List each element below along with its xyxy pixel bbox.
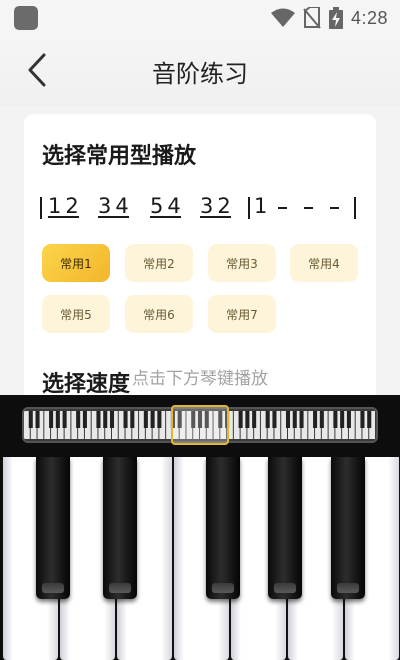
chip-pattern-5[interactable]: 常用5 — [42, 295, 110, 333]
mini-black-key — [299, 411, 304, 428]
notation-dash — [330, 207, 339, 209]
notation-barline — [40, 197, 42, 219]
practice-card: 选择常用型播放 12 34 54 32 1 常用1 常用2 常用3 常用4 常用… — [24, 114, 376, 414]
mini-black-key — [62, 411, 67, 428]
pattern-section-title: 选择常用型播放 — [42, 144, 197, 169]
piano-keyboard — [0, 457, 400, 660]
mini-black-key — [360, 411, 365, 428]
chip-pattern-4[interactable]: 常用4 — [290, 244, 358, 282]
mini-black-key — [238, 411, 243, 428]
notation-group: 34 — [98, 194, 133, 218]
mini-black-key — [82, 411, 87, 428]
app-notification-icon — [14, 6, 38, 30]
mini-black-key — [130, 411, 135, 428]
mini-black-key — [333, 411, 338, 428]
mini-black-key — [252, 411, 257, 428]
notation-held-note: 1 — [254, 194, 272, 218]
mini-black-key — [245, 411, 250, 428]
status-time: 4:28 — [350, 7, 388, 28]
keyboard-viewport-handle[interactable] — [171, 405, 229, 445]
piano-panel — [0, 395, 400, 660]
battery-charging-icon — [328, 7, 343, 29]
mini-black-key — [265, 411, 270, 428]
mini-black-key — [157, 411, 162, 428]
notation-end-barline — [354, 197, 356, 219]
mini-black-key — [55, 411, 60, 428]
mini-black-key — [340, 411, 345, 428]
notation-group: 54 — [150, 194, 185, 218]
black-key[interactable] — [103, 457, 137, 599]
status-bar: 4:28 — [0, 0, 400, 36]
mini-black-key — [109, 411, 115, 428]
no-sim-icon — [303, 7, 321, 29]
mini-black-key — [76, 411, 81, 428]
mini-black-key — [313, 411, 318, 428]
mini-black-key — [49, 411, 54, 428]
notation-group: 32 — [200, 194, 235, 218]
status-icons: 4:28 — [270, 0, 388, 36]
mini-black-key — [285, 411, 291, 428]
black-key[interactable] — [36, 457, 70, 599]
notation-barline — [248, 197, 250, 219]
chip-pattern-1[interactable]: 常用1 — [42, 244, 110, 282]
wifi-icon — [270, 8, 295, 27]
page-title: 音阶练习 — [152, 60, 248, 88]
mini-black-key — [319, 411, 324, 428]
notation-group: 12 — [48, 194, 83, 218]
mini-black-key — [346, 411, 351, 428]
mini-black-key — [28, 411, 33, 428]
mini-black-key — [35, 411, 40, 428]
notation-dash — [304, 207, 313, 209]
mini-black-key — [143, 411, 148, 428]
notation-dash — [278, 207, 287, 209]
mini-black-key — [292, 411, 297, 428]
speed-section-title: 选择速度 — [42, 372, 131, 397]
chip-pattern-7[interactable]: 常用7 — [208, 295, 276, 333]
scale-notation: 12 34 54 32 1 — [40, 194, 362, 222]
chip-pattern-3[interactable]: 常用3 — [208, 244, 276, 282]
mini-black-key — [123, 411, 128, 428]
mini-black-key — [272, 411, 277, 428]
mini-black-key — [96, 411, 101, 428]
black-key[interactable] — [331, 457, 365, 599]
chip-pattern-6[interactable]: 常用6 — [125, 295, 193, 333]
mini-black-key — [150, 411, 155, 428]
chip-pattern-2[interactable]: 常用2 — [125, 244, 193, 282]
black-key[interactable] — [206, 457, 240, 599]
app-header: 音阶练习 — [0, 36, 400, 106]
mini-black-key — [103, 411, 108, 428]
mini-black-key — [367, 411, 372, 428]
black-key[interactable] — [268, 457, 302, 599]
